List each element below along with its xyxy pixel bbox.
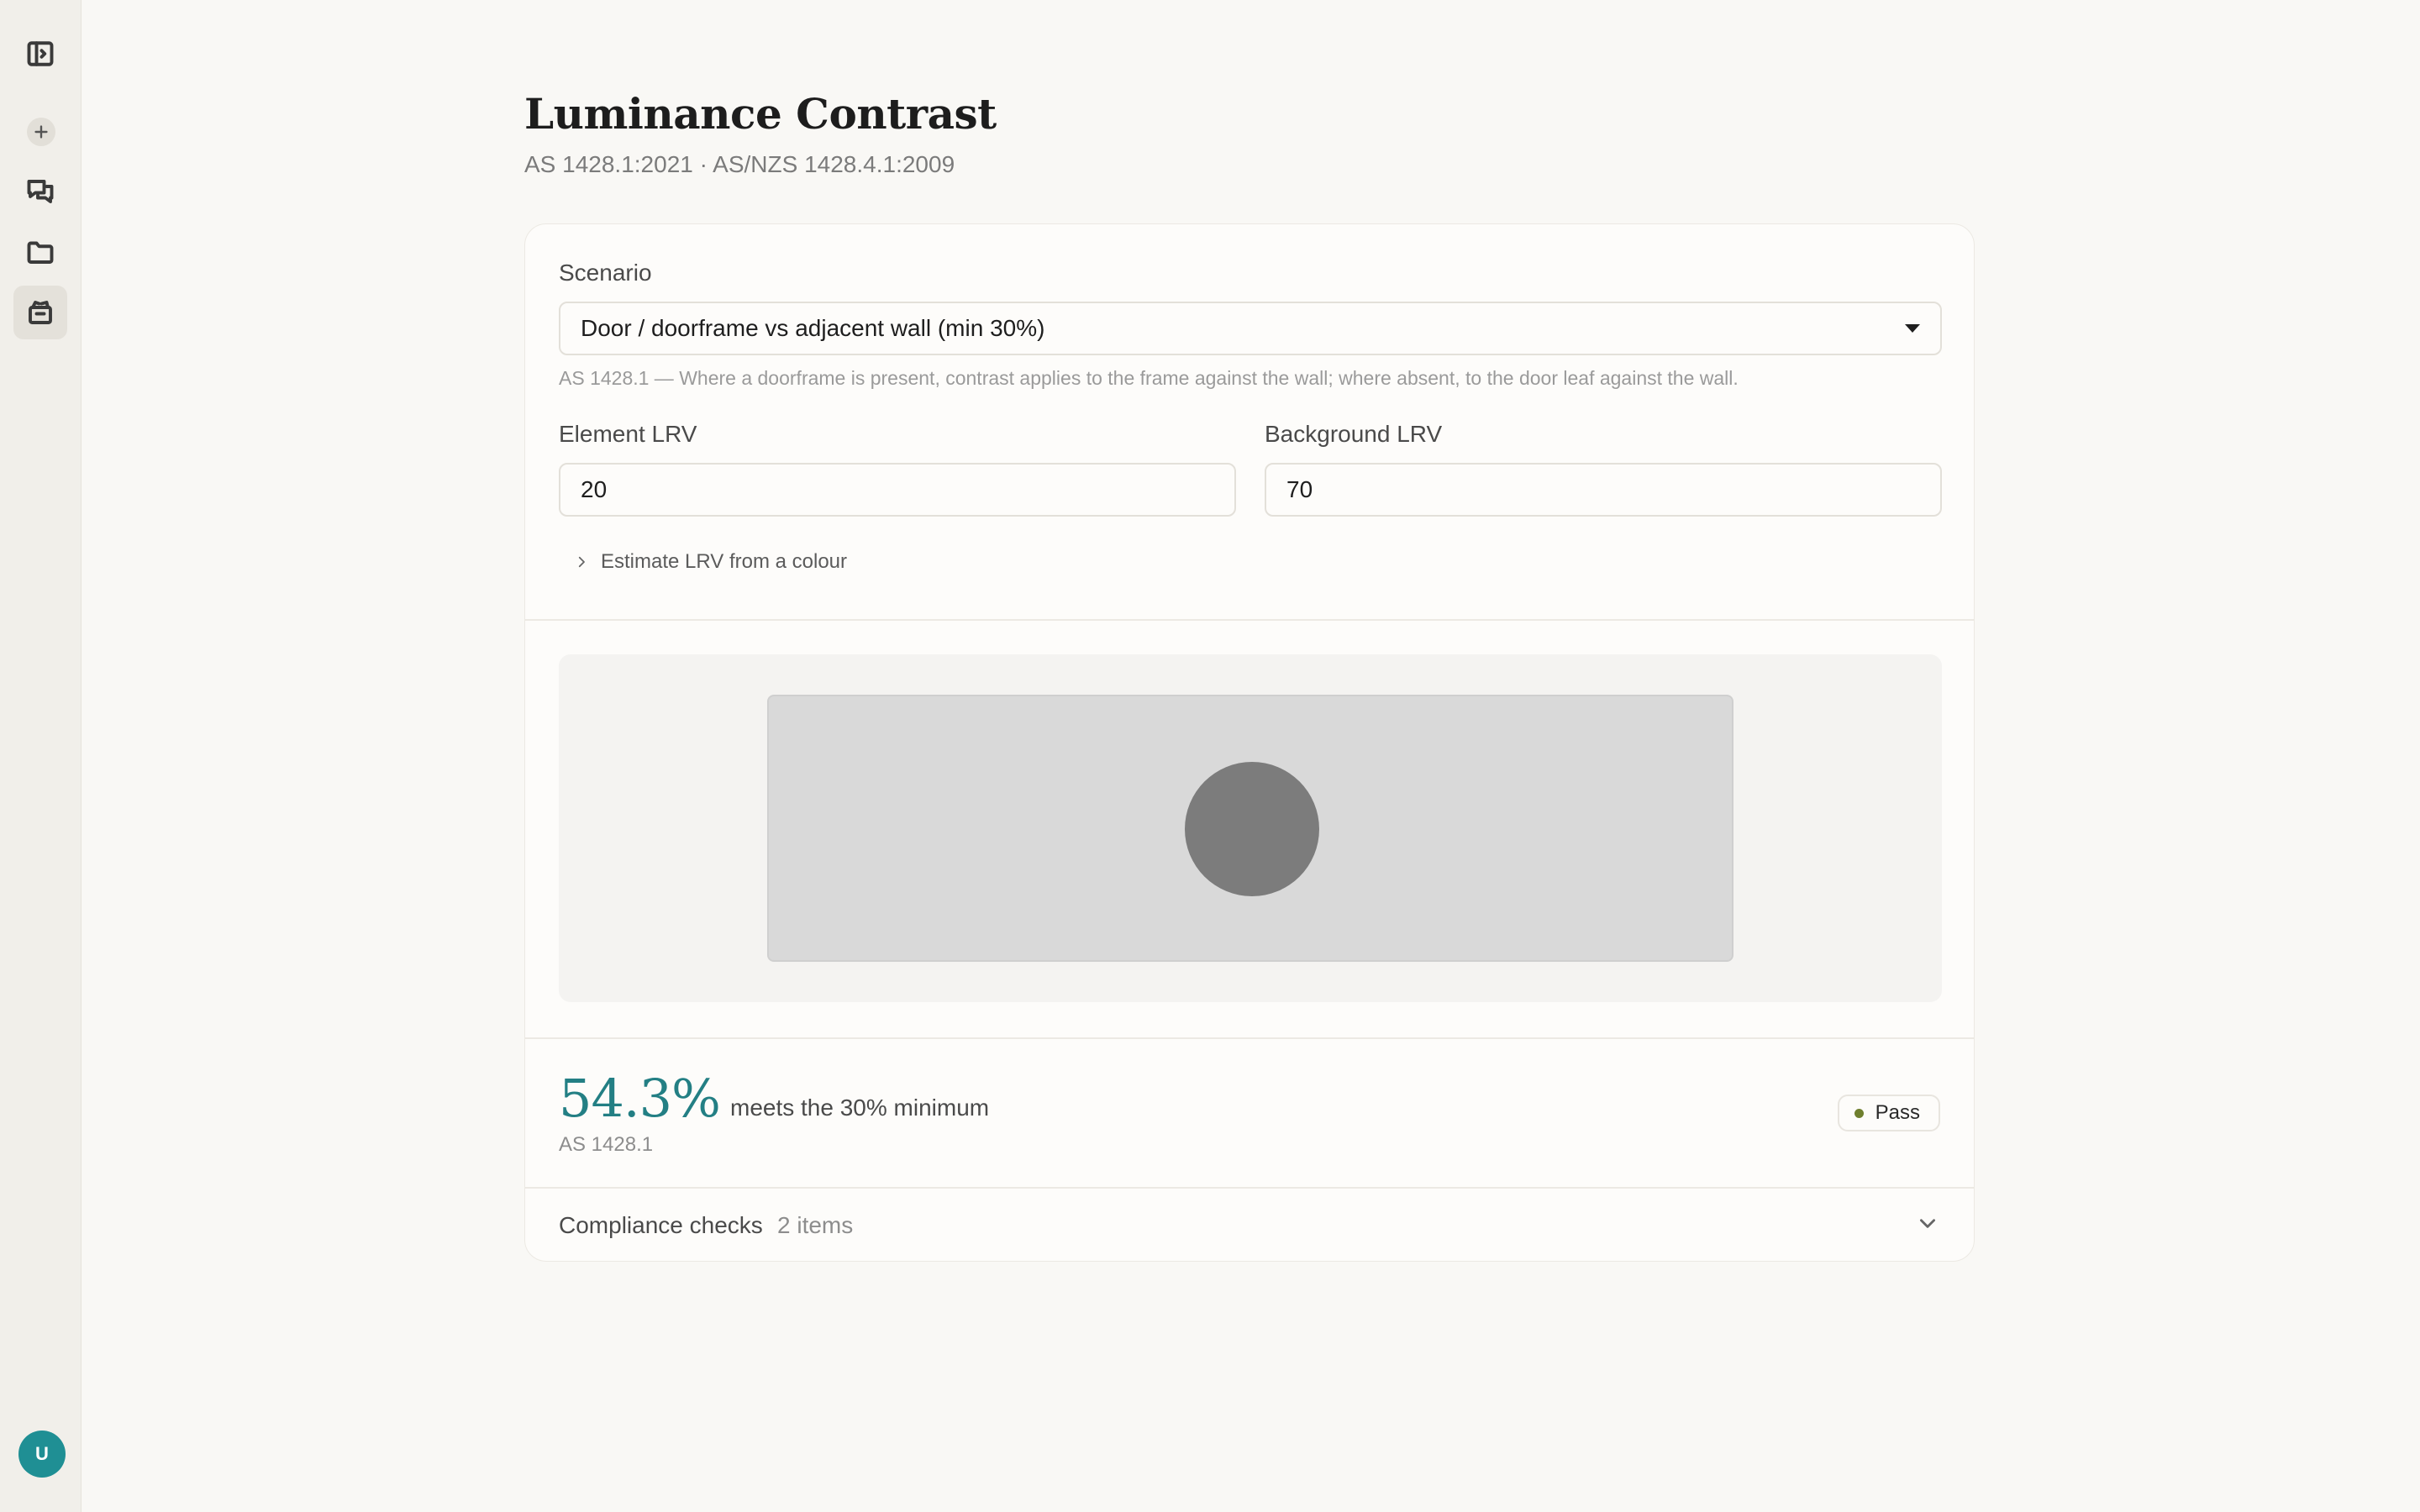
sidebar: U	[0, 0, 82, 1512]
contrast-result-value: 54.3%	[559, 1068, 721, 1129]
sidebar-toggle-button[interactable]	[13, 27, 67, 81]
calculator-card: Scenario Door / doorframe vs adjacent wa…	[524, 223, 1975, 1262]
scenario-label: Scenario	[559, 260, 652, 286]
background-swatch	[767, 695, 1733, 962]
element-swatch	[1185, 762, 1319, 896]
caret-down-icon	[1905, 324, 1920, 333]
estimate-lrv-toggle[interactable]: Estimate LRV from a colour	[574, 550, 847, 574]
contrast-result-standard: AS 1428.1	[559, 1133, 654, 1156]
contrast-result-summary: meets the 30% minimum	[730, 1095, 990, 1121]
element-lrv-label: Element LRV	[559, 421, 697, 447]
divider	[525, 1037, 1974, 1039]
folder-icon	[27, 241, 54, 264]
sidebar-toggle-icon	[27, 41, 54, 66]
user-avatar[interactable]: U	[18, 1431, 66, 1478]
scenario-select-value: Door / doorframe vs adjacent wall (min 3…	[581, 315, 1045, 341]
chevron-down-icon	[1920, 1219, 1935, 1228]
compliance-checks-label[interactable]: Compliance checks	[559, 1212, 763, 1239]
compliance-checks-count: 2 items	[777, 1212, 854, 1238]
background-lrv-input[interactable]: 70	[1265, 463, 1942, 517]
status-badge-label: Pass	[1875, 1101, 1920, 1124]
plus-icon	[34, 125, 48, 139]
chevron-right-icon	[578, 556, 585, 568]
projects-button[interactable]	[13, 225, 67, 279]
tools-icon	[29, 301, 52, 324]
chat-icon	[27, 180, 54, 203]
scenario-helper-text: AS 1428.1 — Where a doorframe is present…	[559, 367, 1739, 389]
contrast-preview	[559, 654, 1942, 1002]
estimate-lrv-label: Estimate LRV from a colour	[601, 550, 848, 573]
page-subtitle: AS 1428.1:2021 · AS/NZS 1428.4.1:2009	[524, 151, 955, 177]
background-lrv-label: Background LRV	[1265, 421, 1443, 447]
new-item-button[interactable]	[27, 118, 55, 146]
divider	[525, 619, 1974, 621]
divider	[525, 1187, 1974, 1189]
status-badge: Pass	[1837, 1095, 1940, 1131]
element-lrv-input[interactable]: 20	[559, 463, 1236, 517]
tools-button[interactable]	[13, 286, 67, 339]
status-dot-icon	[1854, 1108, 1864, 1118]
page-title: Luminance Contrast	[524, 89, 997, 139]
compliance-checks-toggle[interactable]	[1917, 1212, 1939, 1234]
chats-button[interactable]	[13, 165, 67, 218]
scenario-select[interactable]: Door / doorframe vs adjacent wall (min 3…	[559, 302, 1942, 355]
